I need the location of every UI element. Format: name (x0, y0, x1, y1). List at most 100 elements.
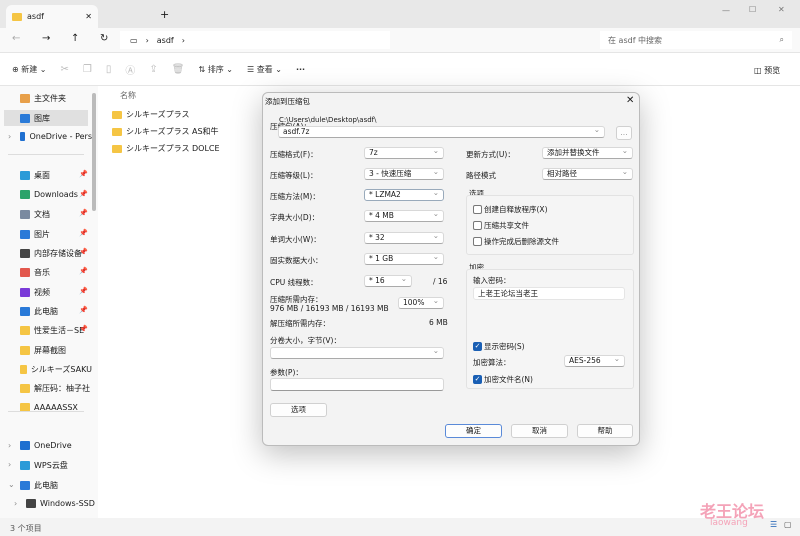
archive-name-combo[interactable]: asdf.7z (278, 125, 605, 138)
computer-icon (20, 307, 30, 316)
checkbox-icon (473, 237, 482, 246)
sidebar-item[interactable]: Windows-SSD (26, 499, 98, 508)
volume-size-combo[interactable] (270, 346, 444, 359)
sidebar-item[interactable]: WPS云盘 (20, 460, 92, 471)
update-mode-combo[interactable]: 添加并替换文件 (542, 146, 633, 159)
divider (8, 411, 84, 412)
option-checkbox[interactable]: 创建自释放程序(X) (473, 204, 548, 215)
field-combo[interactable]: * 1 GB (364, 252, 444, 265)
field-label: 压缩等级(L)： (270, 171, 318, 180)
checkbox-icon (473, 205, 482, 214)
field-label: 字典大小(D)： (270, 213, 320, 222)
pin-icon: 📌 (79, 229, 88, 237)
pin-icon: 📌 (79, 209, 88, 217)
option-checkbox[interactable]: 压缩共享文件 (473, 220, 529, 231)
browse-button[interactable]: ... (616, 126, 632, 140)
pin-icon: 📌 (79, 248, 88, 256)
cpu-threads-combo[interactable]: * 16 (364, 274, 412, 287)
view-button[interactable]: ☰ 查看 ⌄ (247, 64, 282, 75)
desktop-icon (20, 171, 30, 180)
field-combo[interactable]: * 32 (364, 231, 444, 244)
folder-icon (20, 365, 27, 374)
chevron-right-icon[interactable]: › (8, 460, 11, 469)
sort-button[interactable]: ⇅ 排序 ⌄ (198, 64, 233, 75)
parameters-input[interactable] (270, 378, 444, 391)
update-mode-label: 更新方式(U)： (466, 150, 515, 159)
picture-icon (20, 230, 30, 239)
password-label: 输入密码： (473, 276, 511, 285)
cut-icon[interactable]: ✂ (61, 64, 69, 75)
rename-icon[interactable]: Ⓐ (125, 62, 135, 77)
preview-button[interactable]: ◫ 预览 (754, 65, 780, 76)
new-button[interactable]: ⊕ 新建 ⌄ (12, 64, 47, 75)
column-header-name[interactable]: 名称 (120, 90, 136, 101)
tab-bar (0, 0, 800, 28)
sidebar-item[interactable]: 图库 (4, 110, 88, 126)
option-checkbox[interactable]: 操作完成后删除源文件 (473, 236, 559, 247)
checkbox-checked-icon: ✓ (473, 342, 482, 351)
options-button[interactable]: 选项 (270, 403, 327, 417)
encryption-method-combo[interactable]: AES-256 (564, 354, 625, 367)
cpu-threads-max: / 16 (433, 277, 448, 286)
ok-button[interactable]: 确定 (445, 424, 502, 438)
field-combo[interactable]: * LZMA2 (364, 188, 444, 201)
path-mode-combo[interactable]: 相对路径 (542, 167, 633, 180)
sidebar-item[interactable]: 屏幕截图 (20, 345, 92, 356)
sidebar-item[interactable]: OneDrive - Pers (20, 132, 92, 141)
forward-button[interactable]: → (42, 33, 50, 44)
show-password-checkbox[interactable]: ✓ 显示密码(S) (473, 341, 525, 352)
tiles-view-button[interactable]: ▢ (784, 520, 792, 529)
paste-icon[interactable]: ▯ (106, 64, 112, 75)
dialog-close-button[interactable]: ✕ (626, 95, 634, 106)
field-combo[interactable]: * 4 MB (364, 209, 444, 222)
breadcrumb[interactable]: ▭ › asdf › (120, 31, 390, 49)
encrypt-filenames-checkbox[interactable]: ✓ 加密文件名(N) (473, 374, 533, 385)
up-button[interactable]: ↑ (71, 33, 79, 44)
minimize-button[interactable]: — (722, 6, 730, 15)
cancel-button[interactable]: 取消 (511, 424, 568, 438)
share-icon[interactable]: ⇪ (149, 64, 157, 75)
checkbox-checked-icon: ✓ (473, 375, 482, 384)
file-row[interactable]: シルキーズプラス (112, 109, 189, 120)
sidebar-item[interactable]: OneDrive (20, 441, 92, 450)
search-input[interactable]: 在 asdf 中搜索 ⌕ (600, 31, 792, 49)
file-row[interactable]: シルキーズプラス DOLCE (112, 143, 220, 154)
field-combo[interactable]: 3 - 快速压缩 (364, 167, 444, 180)
delete-icon[interactable]: 🗑 (172, 64, 185, 75)
copy-icon[interactable]: ❐ (83, 64, 92, 75)
chevron-right-icon[interactable]: › (8, 132, 11, 141)
password-input[interactable]: 上老王论坛当老王 (473, 287, 625, 300)
chevron-right-icon[interactable]: › (14, 499, 17, 508)
pin-icon: 📌 (79, 190, 88, 198)
sidebar-scrollbar[interactable] (92, 93, 96, 211)
field-combo[interactable]: 7z (364, 146, 444, 159)
folder-icon (20, 346, 30, 355)
options-group: 创建自释放程序(X) 压缩共享文件操作完成后删除源文件 (466, 195, 634, 255)
tab-asdf[interactable]: asdf ✕ (6, 5, 98, 28)
details-view-button[interactable]: ☰ (770, 520, 777, 529)
chevron-right-icon[interactable]: › (8, 441, 11, 450)
sidebar-item[interactable]: 主文件夹 (20, 93, 92, 104)
refresh-button[interactable]: ↻ (100, 33, 108, 44)
sidebar-item[interactable]: 此电脑 (20, 480, 92, 491)
field-label: 单词大小(W)： (270, 235, 321, 244)
music-icon (20, 268, 30, 277)
encryption-method-label: 加密算法： (473, 358, 511, 367)
memory-usage-combo[interactable]: 100% (398, 296, 444, 309)
back-button[interactable]: ← (12, 33, 20, 44)
chevron-down-icon[interactable]: ⌄ (8, 480, 15, 489)
status-bar: 3 个项目 (0, 518, 800, 536)
close-window-button[interactable]: ✕ (778, 5, 785, 14)
file-row[interactable]: シルキーズプラス AS和牛 (112, 126, 219, 137)
help-button[interactable]: 帮助 (577, 424, 633, 438)
more-button[interactable]: ··· (296, 65, 305, 74)
new-tab-button[interactable]: + (160, 8, 169, 21)
pin-icon: 📌 (79, 306, 88, 314)
decompress-memory-value: 6 MB (429, 318, 448, 327)
folder-icon (20, 326, 30, 335)
computer-icon (20, 481, 30, 490)
sidebar-item[interactable]: シルキーズSAKU (20, 364, 92, 375)
sidebar-item[interactable]: 解压码：柚子社 (20, 383, 92, 394)
maximize-button[interactable]: ☐ (749, 5, 756, 14)
close-tab-icon[interactable]: ✕ (85, 12, 92, 21)
